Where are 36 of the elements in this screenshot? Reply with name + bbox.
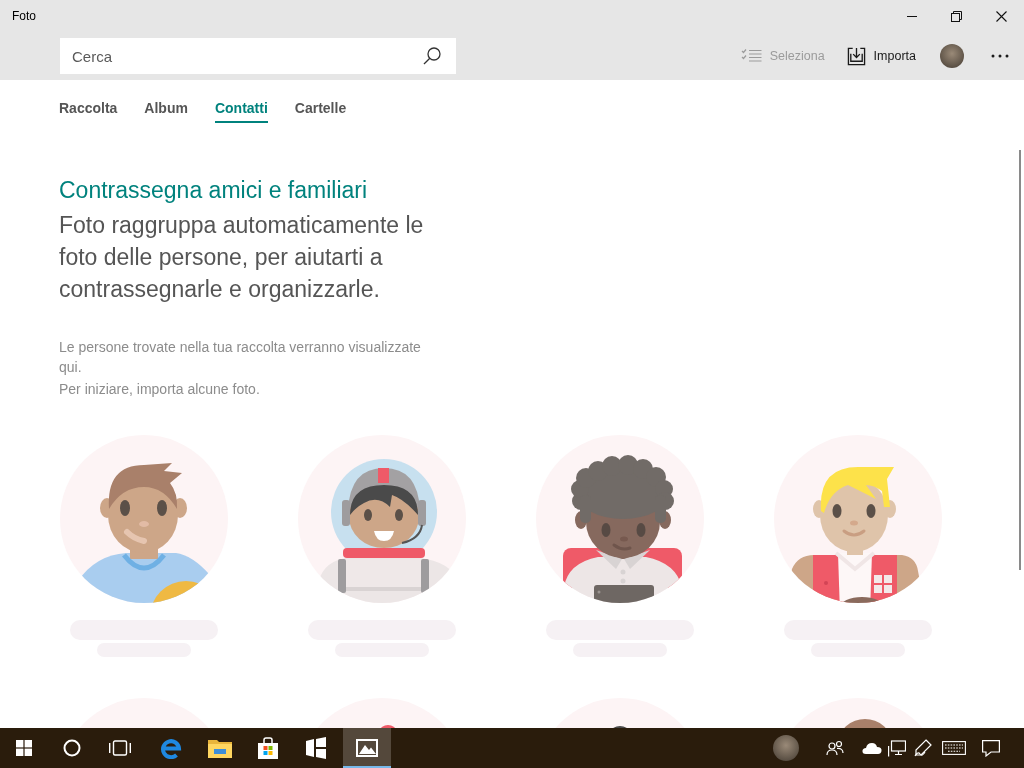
- close-icon: [996, 10, 1007, 22]
- import-button[interactable]: Importa: [838, 38, 924, 74]
- panels-icon: [305, 737, 327, 759]
- scrollbar-thumb[interactable]: [1019, 150, 1021, 570]
- search-icon[interactable]: [423, 47, 441, 65]
- picture-icon: [356, 739, 378, 757]
- e-logo-icon: [160, 737, 182, 759]
- people-icon[interactable]: [826, 740, 844, 756]
- note-text: Le persone trovate nella tua raccolta verranno visualizzate qui.: [59, 338, 422, 377]
- tab[interactable]: Raccolta: [59, 98, 118, 123]
- pen-icon[interactable]: [914, 739, 932, 757]
- notifications-icon[interactable]: [982, 739, 1000, 757]
- three-dots-icon: [991, 54, 1009, 58]
- checklist-icon: [740, 48, 762, 64]
- task-view-icon: [109, 740, 131, 756]
- restore-icon: [951, 10, 962, 22]
- tab[interactable]: Contatti: [214, 98, 268, 123]
- cloud-icon[interactable]: [862, 742, 882, 754]
- note-text: Per iniziare, importa alcune foto.: [59, 380, 261, 399]
- user-avatar[interactable]: [773, 735, 799, 761]
- photos-button[interactable]: [343, 728, 391, 768]
- circle-icon: [63, 739, 81, 757]
- window-panes-icon: [16, 740, 32, 756]
- section-heading: Contrassegna amici e familiari: [59, 176, 369, 204]
- search-field[interactable]: Cerca: [60, 38, 456, 74]
- description-text: Foto raggruppa automaticamente le foto delle persone, per aiutarti a contrassegnarle e organizzarle.: [59, 211, 425, 304]
- network-icon[interactable]: [888, 739, 906, 757]
- tab[interactable]: Cartelle: [294, 98, 347, 123]
- keyboard-icon[interactable]: [942, 741, 966, 755]
- minimize-icon: [906, 15, 917, 17]
- shopping-bag-icon: [257, 737, 279, 759]
- import-icon: [846, 46, 866, 66]
- folder-icon: [208, 738, 232, 758]
- user-avatar[interactable]: [940, 44, 964, 68]
- tab[interactable]: Album: [144, 98, 188, 123]
- window-title: Foto: [12, 9, 36, 23]
